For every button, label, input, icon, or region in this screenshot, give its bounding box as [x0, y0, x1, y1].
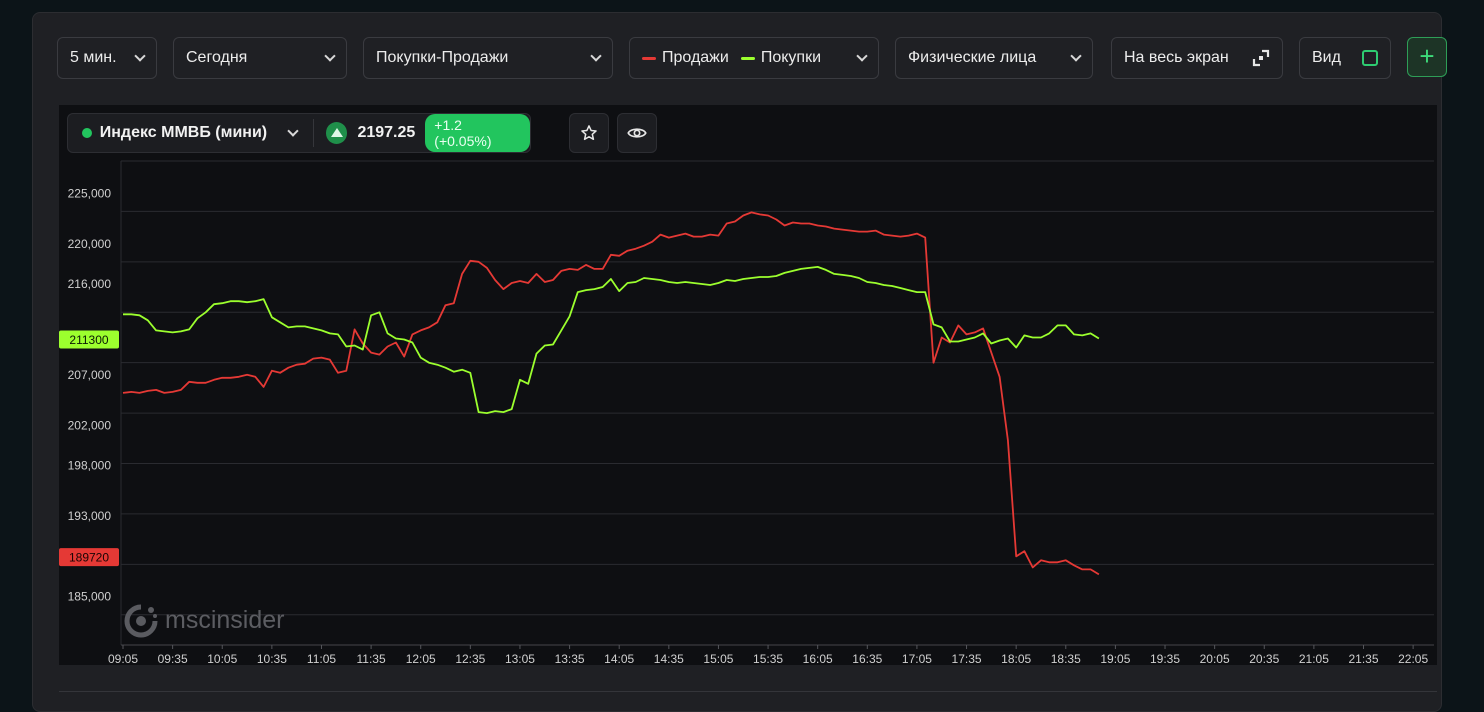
- x-tick-label: 20:35: [1249, 652, 1279, 665]
- instrument-name: Индекс ММВБ (мини): [99, 124, 268, 141]
- fullscreen-button[interactable]: На весь экран: [1111, 37, 1283, 79]
- add-button[interactable]: +: [1407, 37, 1447, 77]
- x-tick-label: 14:35: [654, 652, 684, 665]
- x-tick-label: 12:05: [406, 652, 436, 665]
- x-tick-label: 13:05: [505, 652, 535, 665]
- x-tick-label: 15:35: [753, 652, 783, 665]
- chevron-down-icon: [856, 50, 868, 62]
- x-tick-label: 17:05: [902, 652, 932, 665]
- instrument-price: 2197.25: [357, 124, 416, 141]
- y-tick-label: 225,000: [68, 186, 112, 200]
- view-toggle[interactable]: Вид: [1299, 37, 1391, 79]
- mode-label: Покупки-Продажи: [376, 49, 509, 66]
- x-tick-label: 22:05: [1398, 652, 1428, 665]
- x-tick-label: 10:35: [257, 652, 287, 665]
- divider: [59, 691, 1437, 692]
- y-tick-label: 207,000: [68, 368, 112, 382]
- interval-label: 5 мин.: [70, 49, 117, 66]
- chevron-down-icon: [134, 50, 146, 62]
- period-select[interactable]: Сегодня: [173, 37, 347, 79]
- x-tick-label: 12:35: [455, 652, 485, 665]
- line-chart: 225,000 220,000 216,000 207,000 202,000 198,0…: [59, 160, 1434, 665]
- checkbox-icon: [1362, 50, 1378, 66]
- watermark-text: mscinsider: [165, 606, 284, 634]
- star-icon: [581, 125, 597, 141]
- status-dot-icon: [82, 128, 92, 138]
- legend-buy: Покупки: [740, 49, 822, 67]
- chevron-down-icon: [287, 125, 299, 137]
- badge-text: 211300: [69, 333, 108, 347]
- chevron-down-icon: [324, 50, 336, 62]
- x-tick-label: 17:35: [952, 652, 982, 665]
- group-label: Физические лица: [908, 49, 1037, 66]
- y-tick-label: 216,000: [68, 277, 112, 291]
- x-tick-label: 11:35: [357, 652, 386, 665]
- sell-last-value-badge: 189720: [59, 548, 119, 567]
- y-tick-label: 193,000: [68, 509, 112, 523]
- x-tick-label: 16:35: [852, 652, 882, 665]
- divider: [312, 119, 314, 147]
- x-tick-label: 19:05: [1100, 652, 1130, 665]
- fullscreen-icon: [1252, 49, 1270, 67]
- watermark: mscinsider: [124, 604, 284, 638]
- sell-line-icon: [642, 56, 656, 60]
- sell-series-line: [122, 211, 1100, 576]
- y-tick-label: 185,000: [68, 590, 112, 604]
- x-tick-label: 16:05: [803, 652, 833, 665]
- view-label: Вид: [1312, 49, 1341, 66]
- series-legend-select[interactable]: Продажи Покупки: [629, 37, 879, 79]
- x-tick-label: 15:05: [703, 652, 733, 665]
- y-tick-label: 198,000: [68, 459, 112, 473]
- buy-line-icon: [740, 56, 755, 60]
- x-tick-label: 21:35: [1348, 652, 1378, 665]
- instrument-selector[interactable]: Индекс ММВБ (мини) 2197.25 +1.2 (+0.05%): [67, 113, 531, 153]
- x-tick-label: 09:05: [108, 652, 138, 665]
- msc-logo-icon: [124, 604, 158, 638]
- badge-text: 189720: [69, 551, 109, 565]
- chart-area: 225,000 220,000 216,000 207,000 202,000 198,0…: [59, 105, 1437, 665]
- legend-buy-label: Покупки: [760, 49, 822, 66]
- x-tick-label: 09:35: [158, 652, 188, 665]
- favorite-button[interactable]: [569, 113, 609, 153]
- x-tick-label: 14:05: [604, 652, 634, 665]
- group-select[interactable]: Физические лица: [895, 37, 1093, 79]
- chevron-down-icon: [1070, 50, 1082, 62]
- period-label: Сегодня: [186, 49, 248, 66]
- legend-sell: Продажи: [642, 49, 729, 67]
- x-tick-label: 10:05: [207, 652, 237, 665]
- y-tick-label: 220,000: [68, 237, 112, 251]
- x-tick-label: 21:05: [1299, 652, 1329, 665]
- main-panel: 5 мин. Сегодня Покупки-Продажи Продажи П…: [32, 12, 1447, 712]
- chevron-down-icon: [590, 50, 602, 62]
- buy-series-line: [123, 265, 1100, 415]
- legend-sell-label: Продажи: [662, 49, 729, 66]
- eye-icon: [627, 128, 647, 138]
- mode-select[interactable]: Покупки-Продажи: [363, 37, 613, 79]
- plus-icon: +: [1419, 41, 1435, 71]
- interval-select[interactable]: 5 мин.: [57, 37, 157, 79]
- buy-last-value-badge: 211300: [59, 330, 119, 349]
- visibility-button[interactable]: [617, 113, 657, 153]
- x-tick-label: 18:05: [1001, 652, 1031, 665]
- x-tick-label: 20:05: [1200, 652, 1230, 665]
- instrument-change-badge: +1.2 (+0.05%): [425, 114, 530, 152]
- x-tick-label: 11:05: [307, 652, 336, 665]
- x-tick-label: 18:35: [1051, 652, 1081, 665]
- fullscreen-label: На весь экран: [1124, 49, 1229, 66]
- x-tick-label: 19:35: [1150, 652, 1180, 665]
- arrow-up-icon: [325, 122, 348, 144]
- y-tick-label: 202,000: [68, 418, 112, 432]
- x-tick-label: 13:35: [555, 652, 585, 665]
